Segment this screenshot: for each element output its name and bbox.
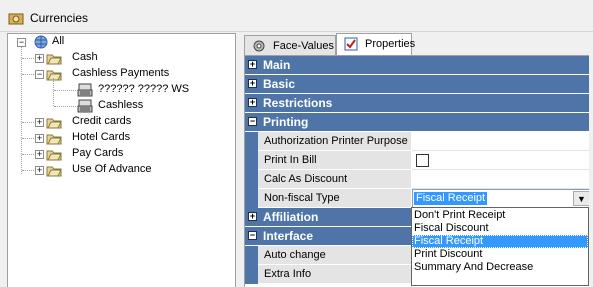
tree-node-pay-cards[interactable]: + Pay Cards	[16, 146, 216, 162]
property-name: Auto change	[258, 246, 411, 265]
expand-toggle[interactable]: +	[35, 54, 44, 63]
property-row[interactable]: Authorization Printer Purpose	[245, 132, 592, 151]
tab-strip: Face-Values Properties	[241, 33, 593, 55]
expand-toggle[interactable]: +	[248, 98, 257, 107]
property-name: Extra Info	[258, 265, 411, 284]
category-printing[interactable]: − Printing	[245, 113, 592, 131]
property-value[interactable]	[412, 170, 592, 189]
tree-node-cashless[interactable]: Cashless	[16, 98, 226, 114]
expand-toggle[interactable]: +	[35, 150, 44, 159]
collapse-toggle[interactable]: −	[248, 231, 257, 240]
property-name: Non-fiscal Type	[258, 189, 411, 208]
dropdown-option[interactable]: Summary And Decrease	[412, 261, 588, 274]
property-row[interactable]: Calc As Discount	[245, 170, 592, 189]
tree-node-cash[interactable]: + Cash	[16, 50, 216, 66]
collapse-toggle[interactable]: −	[248, 117, 257, 126]
tab-face-values[interactable]: Face-Values	[244, 35, 336, 55]
expand-toggle[interactable]: +	[35, 166, 44, 175]
expand-toggle[interactable]: +	[248, 60, 257, 69]
property-value[interactable]	[412, 132, 592, 151]
expand-toggle[interactable]: +	[35, 118, 44, 127]
tree-node-all[interactable]: − All	[16, 34, 216, 50]
currency-tree[interactable]: − All + Cash − Cashless Payments ?????? …	[7, 33, 236, 287]
property-name: Calc As Discount	[258, 170, 411, 189]
tab-properties[interactable]: Properties	[336, 33, 415, 55]
dropdown-option-selected[interactable]: Fiscal Receipt	[412, 235, 588, 248]
tree-node-credit-cards[interactable]: + Credit cards	[16, 114, 216, 130]
folder-icon	[46, 150, 62, 161]
property-row[interactable]: Print In Bill	[245, 151, 592, 170]
select-value: Fiscal Receipt	[414, 192, 488, 205]
folder-icon	[46, 54, 62, 65]
properties-icon	[344, 37, 358, 51]
tree-node-cashless-ws[interactable]: ?????? ????? WS	[16, 82, 226, 98]
window-title: Currencies	[30, 11, 89, 25]
category-restrictions[interactable]: + Restrictions	[245, 94, 592, 112]
property-row[interactable]: Non-fiscal Type Fiscal Receipt ▼	[245, 189, 592, 208]
globe-icon	[34, 35, 48, 49]
collapse-toggle[interactable]: −	[17, 38, 26, 47]
category-basic[interactable]: + Basic	[245, 75, 592, 93]
expand-toggle[interactable]: +	[248, 79, 257, 88]
cash-register-icon	[77, 99, 93, 113]
tree-node-cashless-payments[interactable]: − Cashless Payments	[16, 66, 216, 82]
property-name: Print In Bill	[258, 151, 411, 170]
non-fiscal-type-dropdown[interactable]: Don't Print Receipt Fiscal Discount Fisc…	[411, 207, 589, 286]
dropdown-option[interactable]: Print Discount	[412, 248, 588, 261]
currencies-app-icon	[8, 13, 24, 25]
tree-node-use-of-advance[interactable]: + Use Of Advance	[16, 162, 216, 178]
vertical-scrollbar[interactable]	[589, 55, 593, 287]
expand-toggle[interactable]: +	[35, 134, 44, 143]
window-title-bar: Currencies	[0, 0, 593, 32]
chevron-down-icon[interactable]: ▼	[573, 191, 590, 206]
dropdown-option[interactable]: Fiscal Discount	[412, 222, 588, 235]
print-in-bill-checkbox[interactable]	[416, 154, 429, 167]
folder-icon	[46, 166, 62, 177]
expand-toggle[interactable]: +	[248, 212, 257, 221]
coins-icon	[253, 40, 265, 52]
dropdown-option[interactable]: Don't Print Receipt	[412, 209, 588, 222]
tree-node-hotel-cards[interactable]: + Hotel Cards	[16, 130, 216, 146]
folder-icon	[46, 134, 62, 145]
folder-icon	[46, 118, 62, 129]
category-main[interactable]: + Main	[245, 56, 592, 74]
cash-register-icon	[77, 83, 93, 97]
property-name: Authorization Printer Purpose	[258, 132, 411, 151]
property-value: Fiscal Receipt ▼	[412, 189, 592, 208]
folder-open-icon	[46, 70, 62, 81]
collapse-toggle[interactable]: −	[35, 70, 44, 79]
property-value	[412, 151, 592, 170]
non-fiscal-type-select[interactable]: Fiscal Receipt ▼	[412, 189, 592, 208]
